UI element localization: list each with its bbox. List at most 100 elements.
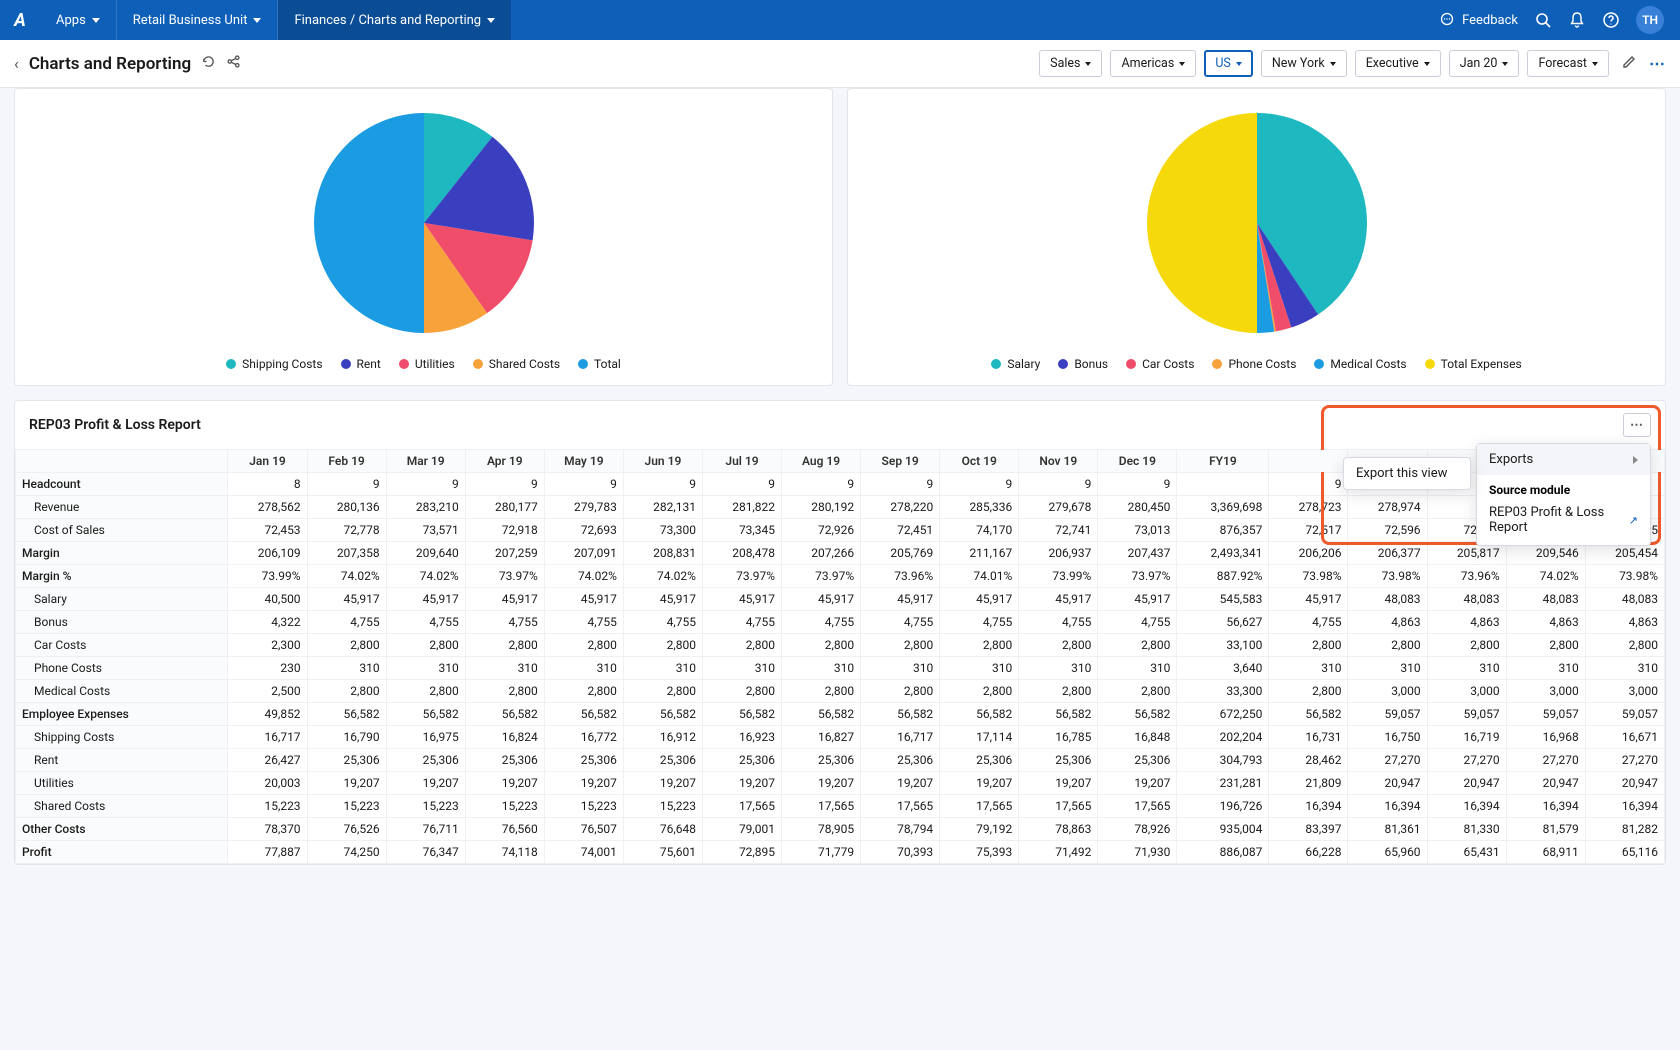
cell[interactable]: 72,741 <box>1019 519 1098 542</box>
cell[interactable]: 16,824 <box>465 726 544 749</box>
cell[interactable]: 17,565 <box>861 795 940 818</box>
legend-item[interactable]: Total <box>578 357 621 371</box>
cell[interactable]: 9 <box>386 473 465 496</box>
cell[interactable]: 71,492 <box>1019 841 1098 864</box>
cell[interactable]: 74,170 <box>940 519 1019 542</box>
filter-new-york[interactable]: New York <box>1261 50 1347 77</box>
cell[interactable]: 16,827 <box>782 726 861 749</box>
row-label[interactable]: Margin % <box>16 565 228 588</box>
cell[interactable]: 83,397 <box>1269 818 1348 841</box>
cell[interactable]: 65,960 <box>1348 841 1427 864</box>
cell[interactable]: 73,571 <box>386 519 465 542</box>
row-label[interactable]: Shared Costs <box>16 795 228 818</box>
cell[interactable]: 49,852 <box>228 703 307 726</box>
cell[interactable]: 9 <box>861 473 940 496</box>
cell[interactable]: 17,565 <box>702 795 781 818</box>
cell[interactable]: 2,800 <box>1269 680 1348 703</box>
cell[interactable]: 208,478 <box>702 542 781 565</box>
cell[interactable]: 73.97% <box>465 565 544 588</box>
cell[interactable]: 45,917 <box>386 588 465 611</box>
feedback-button[interactable]: Feedback <box>1438 11 1518 29</box>
edit-icon[interactable] <box>1617 54 1641 74</box>
cell[interactable]: 876,357 <box>1177 519 1269 542</box>
row-label[interactable]: Bonus <box>16 611 228 634</box>
cell[interactable]: 3,000 <box>1427 680 1506 703</box>
cell[interactable]: 48,083 <box>1427 588 1506 611</box>
legend-item[interactable]: Bonus <box>1058 357 1108 371</box>
cell[interactable]: 2,800 <box>307 680 386 703</box>
legend-item[interactable]: Salary <box>991 357 1040 371</box>
cell[interactable]: 3,369,698 <box>1177 496 1269 519</box>
cell[interactable]: 310 <box>1427 657 1506 680</box>
cell[interactable]: 48,083 <box>1348 588 1427 611</box>
cell[interactable]: 73.97% <box>782 565 861 588</box>
col-header[interactable]: Jun 19 <box>623 450 702 473</box>
cell[interactable]: 15,223 <box>623 795 702 818</box>
section-menu[interactable]: Finances / Charts and Reporting <box>278 0 511 40</box>
cell[interactable]: 74,118 <box>465 841 544 864</box>
cell[interactable]: 2,800 <box>386 634 465 657</box>
cell[interactable]: 59,057 <box>1506 703 1585 726</box>
cell[interactable]: 2,800 <box>702 634 781 657</box>
cell[interactable]: 19,207 <box>861 772 940 795</box>
cell[interactable]: 4,863 <box>1585 611 1664 634</box>
cell[interactable]: 70,393 <box>861 841 940 864</box>
cell[interactable]: 9 <box>1019 473 1098 496</box>
cell[interactable]: 15,223 <box>307 795 386 818</box>
cell[interactable]: 3,000 <box>1585 680 1664 703</box>
cell[interactable]: 19,207 <box>782 772 861 795</box>
col-header[interactable]: Dec 19 <box>1098 450 1177 473</box>
cell[interactable]: 2,800 <box>940 634 1019 657</box>
legend-item[interactable]: Shipping Costs <box>226 357 322 371</box>
row-label[interactable]: Profit <box>16 841 228 864</box>
more-icon[interactable]: ⋯ <box>1649 54 1666 73</box>
cell[interactable]: 2,800 <box>1098 680 1177 703</box>
cell[interactable]: 9 <box>1098 473 1177 496</box>
cell[interactable]: 2,800 <box>861 680 940 703</box>
cell[interactable]: 207,437 <box>1098 542 1177 565</box>
cell[interactable]: 17,114 <box>940 726 1019 749</box>
cell[interactable]: 45,917 <box>861 588 940 611</box>
cell[interactable]: 56,582 <box>307 703 386 726</box>
cell[interactable]: 310 <box>940 657 1019 680</box>
cell[interactable]: 3,000 <box>1348 680 1427 703</box>
cell[interactable]: 4,755 <box>1269 611 1348 634</box>
report-table-wrap[interactable]: Jan 19Feb 19Mar 19Apr 19May 19Jun 19Jul … <box>15 449 1665 864</box>
cell[interactable]: 81,361 <box>1348 818 1427 841</box>
col-header[interactable]: Aug 19 <box>782 450 861 473</box>
cell[interactable]: 207,266 <box>782 542 861 565</box>
row-label[interactable]: Car Costs <box>16 634 228 657</box>
col-header[interactable]: Sep 19 <box>861 450 940 473</box>
cell[interactable]: 15,223 <box>386 795 465 818</box>
cell[interactable]: 48,083 <box>1585 588 1664 611</box>
row-label[interactable]: Phone Costs <box>16 657 228 680</box>
cell[interactable]: 205,769 <box>861 542 940 565</box>
cell[interactable]: 282,131 <box>623 496 702 519</box>
cell[interactable]: 28,462 <box>1269 749 1348 772</box>
cell[interactable]: 283,210 <box>386 496 465 519</box>
cell[interactable]: 2,800 <box>1019 680 1098 703</box>
cell[interactable]: 231,281 <box>1177 772 1269 795</box>
cell[interactable]: 15,223 <box>228 795 307 818</box>
cell[interactable]: 45,917 <box>307 588 386 611</box>
filter-americas[interactable]: Americas <box>1110 50 1196 77</box>
cell[interactable]: 56,582 <box>702 703 781 726</box>
cell[interactable]: 73.96% <box>1427 565 1506 588</box>
cell[interactable]: 71,779 <box>782 841 861 864</box>
filter-forecast[interactable]: Forecast <box>1527 50 1609 77</box>
row-label[interactable]: Revenue <box>16 496 228 519</box>
cell[interactable]: 74,250 <box>307 841 386 864</box>
cell[interactable]: 59,057 <box>1427 703 1506 726</box>
cell[interactable]: 310 <box>1585 657 1664 680</box>
cell[interactable]: 17,565 <box>1019 795 1098 818</box>
cell[interactable]: 19,207 <box>544 772 623 795</box>
cell[interactable]: 9 <box>544 473 623 496</box>
row-label[interactable]: Medical Costs <box>16 680 228 703</box>
cell[interactable]: 76,560 <box>465 818 544 841</box>
cell[interactable]: 280,177 <box>465 496 544 519</box>
cell[interactable]: 25,306 <box>702 749 781 772</box>
cell[interactable]: 279,678 <box>1019 496 1098 519</box>
cell[interactable]: 16,785 <box>1019 726 1098 749</box>
cell[interactable]: 310 <box>386 657 465 680</box>
row-label[interactable]: Other Costs <box>16 818 228 841</box>
